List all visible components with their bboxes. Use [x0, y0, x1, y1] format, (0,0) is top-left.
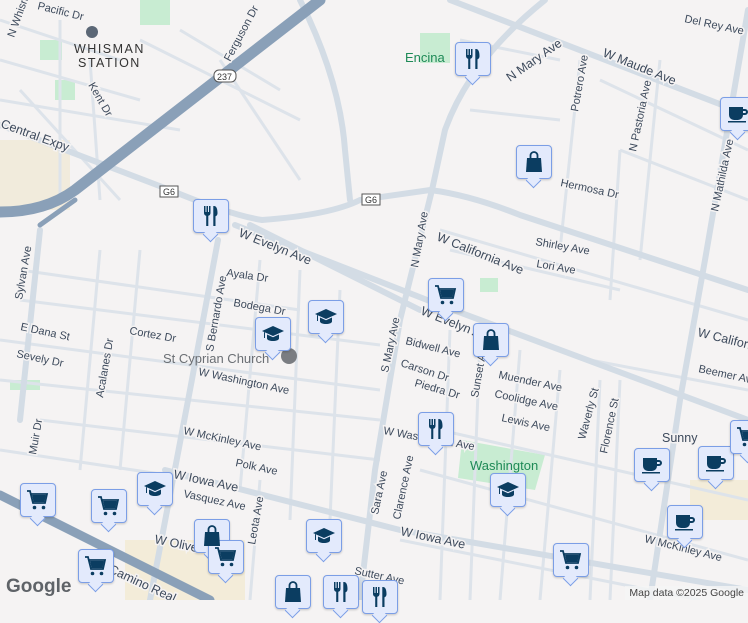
map-attribution[interactable]: Map data ©2025 Google	[625, 586, 748, 600]
shopping-marker[interactable]	[516, 145, 552, 179]
grocery-marker[interactable]	[208, 540, 244, 574]
cafe-marker[interactable]	[634, 448, 670, 482]
school-marker[interactable]	[490, 473, 526, 507]
poi-label: Encina	[405, 50, 446, 65]
cafe-marker[interactable]	[720, 97, 748, 131]
street-label: Kent Dr	[85, 81, 114, 120]
restaurant-marker[interactable]	[362, 580, 398, 614]
grocery-marker[interactable]	[20, 483, 56, 517]
graduation-cap-icon	[143, 477, 167, 501]
grocery-marker[interactable]	[91, 489, 127, 523]
graduation-cap-icon	[314, 305, 338, 329]
restaurant-marker[interactable]	[193, 199, 229, 233]
poi-label: Sunny	[662, 431, 698, 445]
street-label: Coolidge Ave	[493, 388, 559, 413]
shield-g6-east: G6	[365, 195, 377, 205]
shopping-cart-icon	[434, 283, 458, 307]
transit-station-icon	[86, 26, 98, 38]
coffee-cup-icon	[704, 451, 728, 475]
street-label: W California Ave	[696, 325, 748, 361]
street-label: N Whisman	[6, 0, 37, 39]
street-label: Leota Ave	[246, 495, 266, 545]
street-label: Bodega Dr	[232, 297, 286, 318]
shopping-cart-icon	[736, 425, 748, 449]
shopping-cart-icon	[214, 545, 238, 569]
grocery-marker[interactable]	[78, 549, 114, 583]
street-label: Lewis Ave	[500, 412, 551, 434]
poi-label: St Cyprian Church	[163, 351, 269, 366]
street-label: W Iowa Ave	[172, 467, 239, 494]
school-marker[interactable]	[137, 472, 173, 506]
shopping-bag-icon	[281, 580, 305, 604]
street-label: Potrero Ave	[569, 54, 591, 112]
school-marker[interactable]	[308, 300, 344, 334]
street-label: W California Ave	[435, 230, 526, 278]
shopping-cart-icon	[84, 554, 108, 578]
shopping-marker[interactable]	[275, 575, 311, 609]
grocery-marker[interactable]	[553, 543, 589, 577]
street-label: W Maude Ave	[601, 46, 678, 88]
place-label: STATION	[78, 56, 141, 70]
fork-knife-icon	[424, 417, 448, 441]
school-marker[interactable]	[306, 519, 342, 553]
school-marker[interactable]	[255, 317, 291, 351]
shopping-marker[interactable]	[473, 323, 509, 357]
street-label: Muir Dr	[27, 418, 45, 456]
shopping-bag-icon	[522, 150, 546, 174]
street-label: W Evelyn Ave	[237, 226, 314, 268]
restaurant-marker[interactable]	[418, 412, 454, 446]
restaurant-marker[interactable]	[455, 42, 491, 76]
street-label: Pacific Dr	[36, 0, 85, 23]
fork-knife-icon	[368, 585, 392, 609]
coffee-cup-icon	[673, 510, 697, 534]
street-label: Del Rey Ave	[683, 13, 745, 37]
poi-label: Washington	[470, 458, 538, 473]
street-label: S Mary Ave	[379, 316, 402, 373]
street-label: Cortez Dr	[128, 325, 177, 345]
street-label: Acalanes Dr	[94, 337, 116, 398]
street-label: N Mary Ave	[409, 211, 431, 269]
google-logo: Google	[6, 576, 72, 597]
coffee-cup-icon	[726, 102, 748, 126]
fork-knife-icon	[329, 580, 353, 604]
fork-knife-icon	[199, 204, 223, 228]
coffee-cup-icon	[640, 453, 664, 477]
shopping-cart-icon	[97, 494, 121, 518]
street-label: Hermosa Dr	[559, 177, 620, 201]
shopping-bag-icon	[479, 328, 503, 352]
shield-237: 237	[217, 72, 232, 82]
graduation-cap-icon	[496, 478, 520, 502]
cafe-marker[interactable]	[698, 446, 734, 480]
shopping-cart-icon	[26, 488, 50, 512]
place-label: WHISMAN	[74, 42, 145, 56]
street-label: Bidwell Ave	[404, 335, 461, 360]
fork-knife-icon	[461, 47, 485, 71]
graduation-cap-icon	[261, 322, 285, 346]
grocery-marker[interactable]	[428, 278, 464, 312]
graduation-cap-icon	[312, 524, 336, 548]
restaurant-marker[interactable]	[323, 575, 359, 609]
cafe-marker[interactable]	[667, 505, 703, 539]
shopping-cart-icon	[559, 548, 583, 572]
street-label: Ayala Dr	[226, 267, 270, 285]
street-label: W McKinley Ave	[182, 425, 262, 453]
street-label: Clarence Ave	[391, 454, 416, 520]
street-label: N Mathilda Ave	[709, 138, 736, 213]
grocery-marker[interactable]	[730, 420, 748, 454]
street-label: N Pastoria Ave	[627, 79, 654, 152]
shield-g6: G6	[163, 187, 175, 197]
